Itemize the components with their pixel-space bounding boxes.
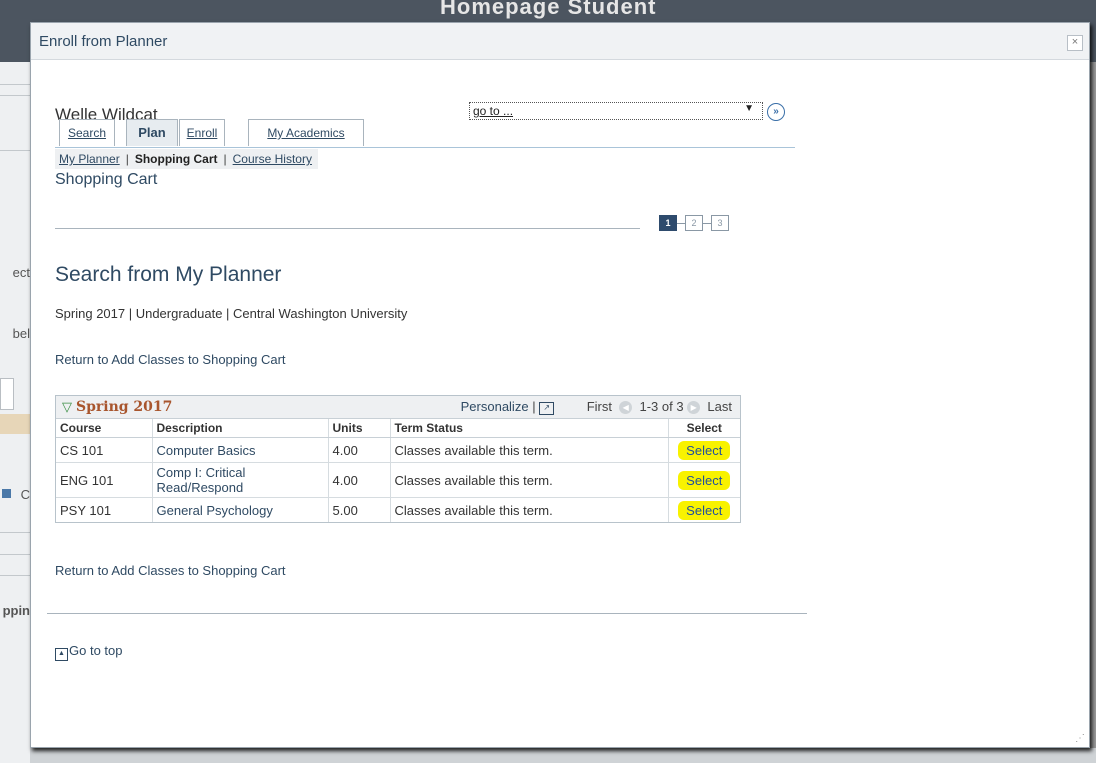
plan-subnav: My Planner | Shopping Cart | Course History [55, 149, 318, 169]
step-2: 2 [685, 215, 703, 231]
grid-navigation: Personalize | ↗ First ◀ 1-3 of 3 ▶ Last [461, 399, 732, 415]
table-header-row: Course Description Units Term Status Sel… [56, 419, 740, 438]
course-units: 4.00 [328, 437, 391, 463]
course-description: General Psychology [152, 497, 329, 522]
tab-enroll[interactable]: Enroll [179, 119, 225, 146]
background-text-fragment: ppin [2, 603, 30, 618]
go-to-top-label[interactable]: Go to top [69, 643, 122, 658]
term-info: Spring 2017 | Undergraduate | Central Wa… [55, 306, 408, 321]
subnav-shopping-cart: Shopping Cart [134, 152, 218, 166]
step-1: 1 [659, 215, 677, 231]
background-input [0, 378, 14, 410]
term-status: Classes available this term. [390, 437, 669, 463]
background-text-fragment: bel [12, 326, 30, 341]
next-page-icon: ▶ [687, 401, 701, 414]
return-to-cart-link[interactable]: Return to Add Classes to Shopping Cart [55, 352, 286, 367]
dialog-content: Welle Wildcat go to ... ▼ » Search Plan … [31, 59, 1089, 747]
column-header: Description [152, 419, 329, 438]
goto-select-value: go to ... [473, 104, 514, 118]
column-header: Units [328, 419, 391, 438]
tab-search[interactable]: Search [59, 119, 115, 146]
grid-header: ▽ Spring 2017 Personalize | ↗ First ◀ 1-3… [56, 396, 740, 419]
tab-bar: Search Plan Enroll My Academics [55, 119, 795, 148]
term-status: Classes available this term. [390, 497, 669, 522]
section-divider [55, 228, 640, 229]
grid-nav-separator: | [532, 399, 536, 414]
course-code: CS 101 [56, 437, 153, 463]
select-button[interactable]: Select [678, 500, 731, 520]
column-header: Term Status [390, 419, 669, 438]
select-cell: Select [668, 462, 740, 498]
course-code: ENG 101 [56, 462, 153, 498]
grid-title[interactable]: ▽ Spring 2017 [62, 399, 172, 415]
subnav-my-planner[interactable]: My Planner [59, 152, 120, 166]
select-cell: Select [668, 497, 740, 522]
background-divider [0, 84, 32, 96]
background-divider [0, 150, 32, 173]
background-divider [0, 532, 32, 533]
course-description-link[interactable]: Computer Basics [157, 443, 256, 458]
table-row: CS 101 Computer Basics 4.00 Classes avai… [56, 437, 740, 463]
select-button[interactable]: Select [678, 440, 731, 460]
footer-divider [47, 613, 807, 614]
step-connector [677, 223, 685, 224]
return-to-cart-link[interactable]: Return to Add Classes to Shopping Cart [55, 563, 286, 578]
goto-select[interactable]: go to ... ▼ [469, 102, 763, 120]
column-header: Select [668, 419, 740, 438]
course-description: Computer Basics [152, 437, 329, 463]
table-row: ENG 101 Comp I: Critical Read/Respond 4.… [56, 462, 740, 498]
background-text-fragment: ect [12, 265, 30, 280]
collapse-triangle-icon[interactable]: ▽ [62, 400, 72, 415]
go-to-top-icon[interactable]: ▲ [55, 648, 68, 661]
background-footer [30, 748, 1096, 763]
resize-handle-icon[interactable]: ⋰ [1075, 733, 1085, 744]
popout-icon[interactable]: ↗ [539, 402, 555, 415]
dialog-title: Enroll from Planner [39, 33, 168, 50]
enroll-from-planner-dialog: Enroll from Planner × Welle Wildcat go t… [30, 22, 1090, 748]
background-title: Homepage Student [440, 0, 657, 19]
background-checkbox [2, 489, 11, 498]
select-button[interactable]: Select [678, 470, 731, 490]
course-code: PSY 101 [56, 497, 153, 522]
subnav-separator: | [223, 152, 227, 166]
course-table: Course Description Units Term Status Sel… [56, 419, 740, 522]
tab-my-academics[interactable]: My Academics [248, 119, 364, 146]
subnav-separator: | [125, 152, 129, 166]
personalize-link[interactable]: Personalize [461, 399, 529, 414]
background-bar [0, 414, 32, 434]
page-title: Search from My Planner [55, 263, 282, 286]
background-left-panel: ect bel C ppin [0, 62, 32, 763]
subnav-course-history[interactable]: Course History [233, 152, 312, 166]
course-description-link[interactable]: General Psychology [157, 503, 273, 518]
term-status: Classes available this term. [390, 462, 669, 498]
chevron-down-icon: ▼ [744, 103, 754, 114]
go-to-top-link[interactable]: ▲ Go to top [55, 643, 122, 661]
table-row: PSY 101 General Psychology 5.00 Classes … [56, 497, 740, 522]
course-description-link[interactable]: Comp I: Critical Read/Respond [157, 465, 246, 495]
section-title: Shopping Cart [55, 171, 158, 188]
background-text-fragment: C [20, 487, 30, 502]
select-cell: Select [668, 437, 740, 463]
tab-plan[interactable]: Plan [126, 119, 178, 146]
last-page-label: Last [707, 399, 732, 414]
prev-page-icon: ◀ [619, 401, 633, 414]
step-connector [703, 223, 711, 224]
close-icon[interactable]: × [1067, 35, 1083, 51]
planner-grid: ▽ Spring 2017 Personalize | ↗ First ◀ 1-3… [55, 395, 741, 523]
course-description: Comp I: Critical Read/Respond [152, 462, 329, 498]
step-3: 3 [711, 215, 729, 231]
page-range: 1-3 of 3 [639, 399, 684, 414]
grid-title-text: Spring 2017 [76, 399, 173, 415]
dialog-header: Enroll from Planner × [31, 23, 1089, 60]
background-divider [0, 554, 32, 576]
course-units: 4.00 [328, 462, 391, 498]
course-units: 5.00 [328, 497, 391, 522]
column-header: Course [56, 419, 153, 438]
first-page-label: First [586, 399, 612, 414]
